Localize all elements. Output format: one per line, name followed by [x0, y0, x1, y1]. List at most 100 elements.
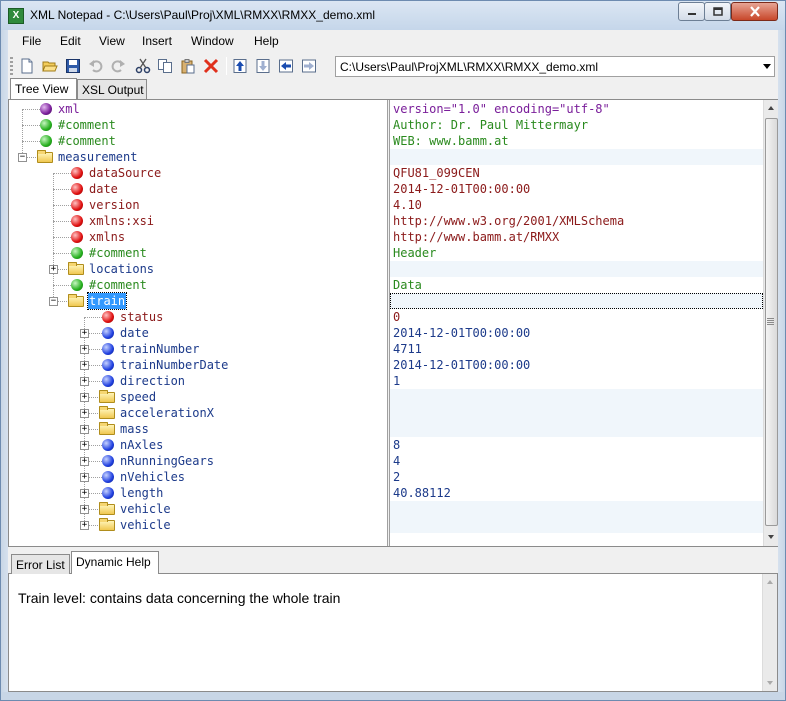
- tree-node-label[interactable]: length: [120, 485, 163, 501]
- node-value[interactable]: QFU81_099CEN: [390, 165, 763, 181]
- save-icon[interactable]: [65, 58, 81, 74]
- node-value[interactable]: 4: [390, 453, 763, 469]
- tree-node-label[interactable]: direction: [120, 373, 185, 389]
- collapse-icon[interactable]: −: [49, 297, 58, 306]
- scroll-down-icon[interactable]: [765, 678, 775, 688]
- node-value[interactable]: http://www.w3.org/2001/XMLSchema: [390, 213, 763, 229]
- tree-node-label[interactable]: trainNumberDate: [120, 357, 228, 373]
- tree-node-label[interactable]: #comment: [58, 133, 116, 149]
- tree-node[interactable]: + direction: [9, 373, 387, 389]
- node-value[interactable]: 4711: [390, 341, 763, 357]
- tree-node-label[interactable]: measurement: [58, 149, 137, 165]
- tree-node[interactable]: + date: [9, 325, 387, 341]
- expand-icon[interactable]: +: [80, 473, 89, 482]
- tree-node-label[interactable]: nAxles: [120, 437, 163, 453]
- tree-node[interactable]: + nVehicles: [9, 469, 387, 485]
- tree-node[interactable]: + speed: [9, 389, 387, 405]
- node-value[interactable]: WEB: www.bamm.at: [390, 133, 763, 149]
- menu-window[interactable]: Window: [191, 34, 234, 48]
- tree-node-label[interactable]: #comment: [89, 245, 147, 261]
- tree-node-label[interactable]: vehicle: [120, 501, 171, 517]
- expand-icon[interactable]: +: [80, 441, 89, 450]
- node-value[interactable]: Header: [390, 245, 763, 261]
- tree-node[interactable]: xmlns: [9, 229, 387, 245]
- tree-node[interactable]: + vehicle: [9, 501, 387, 517]
- help-scrollbar[interactable]: [762, 574, 777, 691]
- cut-icon[interactable]: [135, 58, 151, 74]
- tree-node-label[interactable]: speed: [120, 389, 156, 405]
- menu-view[interactable]: View: [99, 34, 125, 48]
- node-value[interactable]: Data: [390, 277, 763, 293]
- tree-node-label[interactable]: #comment: [89, 277, 147, 293]
- minimize-button[interactable]: [678, 2, 705, 21]
- expand-icon[interactable]: +: [80, 425, 89, 434]
- tree-node[interactable]: − train: [9, 292, 387, 310]
- expand-icon[interactable]: +: [80, 521, 89, 530]
- expand-icon[interactable]: +: [80, 361, 89, 370]
- node-value[interactable]: 8: [390, 437, 763, 453]
- tab-xsl-output[interactable]: XSL Output: [77, 79, 147, 100]
- tree-node[interactable]: xml: [9, 101, 387, 117]
- expand-icon[interactable]: +: [80, 457, 89, 466]
- tree-node-label[interactable]: nVehicles: [120, 469, 185, 485]
- tree-node[interactable]: + nAxles: [9, 437, 387, 453]
- expand-icon[interactable]: +: [80, 393, 89, 402]
- menu-insert[interactable]: Insert: [142, 34, 172, 48]
- node-value[interactable]: [390, 149, 763, 165]
- redo-icon[interactable]: [110, 58, 126, 74]
- tree-node[interactable]: dataSource: [9, 165, 387, 181]
- tree-node[interactable]: date: [9, 181, 387, 197]
- node-value[interactable]: 40.88112: [390, 485, 763, 501]
- tree-node[interactable]: #comment: [9, 277, 387, 293]
- tree-node[interactable]: + locations: [9, 261, 387, 277]
- nudge-up-icon[interactable]: [232, 58, 248, 74]
- node-value[interactable]: http://www.bamm.at/RMXX: [390, 229, 763, 245]
- node-value[interactable]: 2014-12-01T00:00:00: [390, 357, 763, 373]
- copy-icon[interactable]: [157, 58, 173, 74]
- vertical-scrollbar[interactable]: [763, 100, 778, 546]
- tree-node[interactable]: status: [9, 309, 387, 325]
- menu-file[interactable]: File: [22, 34, 41, 48]
- expand-icon[interactable]: +: [80, 409, 89, 418]
- expand-icon[interactable]: +: [80, 489, 89, 498]
- tree-node-label[interactable]: dataSource: [89, 165, 161, 181]
- tree-node-label[interactable]: date: [89, 181, 118, 197]
- tree-node[interactable]: + vehicle: [9, 517, 387, 533]
- tree-node[interactable]: + trainNumber: [9, 341, 387, 357]
- toolbar-grip[interactable]: [10, 57, 13, 75]
- menu-help[interactable]: Help: [254, 34, 279, 48]
- undo-icon[interactable]: [88, 58, 104, 74]
- tab-dynamic-help[interactable]: Dynamic Help: [71, 551, 159, 575]
- xml-notepad-app-icon[interactable]: X: [8, 8, 24, 24]
- paste-icon[interactable]: [180, 58, 196, 74]
- node-value[interactable]: 2014-12-01T00:00:00: [390, 181, 763, 197]
- tree-node[interactable]: + mass: [9, 421, 387, 437]
- nudge-down-icon[interactable]: [255, 58, 271, 74]
- expand-icon[interactable]: +: [80, 329, 89, 338]
- node-value[interactable]: [390, 517, 763, 533]
- expand-icon[interactable]: +: [80, 345, 89, 354]
- expand-icon[interactable]: +: [80, 377, 89, 386]
- tree-node-label[interactable]: #comment: [58, 117, 116, 133]
- open-folder-icon[interactable]: [42, 58, 58, 74]
- tree-node[interactable]: #comment: [9, 133, 387, 149]
- tree-node[interactable]: + nRunningGears: [9, 453, 387, 469]
- new-file-icon[interactable]: [19, 58, 35, 74]
- tree-node-label[interactable]: version: [89, 197, 140, 213]
- node-value[interactable]: 1: [390, 373, 763, 389]
- tree-node-label[interactable]: accelerationX: [120, 405, 214, 421]
- tree-node-label[interactable]: trainNumber: [120, 341, 199, 357]
- tree-node[interactable]: + trainNumberDate: [9, 357, 387, 373]
- collapse-icon[interactable]: −: [18, 153, 27, 162]
- node-value[interactable]: [390, 389, 763, 405]
- tree-node-label[interactable]: xml: [58, 101, 80, 117]
- tree-node-label[interactable]: mass: [120, 421, 149, 437]
- nudge-left-icon[interactable]: [278, 58, 294, 74]
- expand-icon[interactable]: +: [49, 265, 58, 274]
- scroll-down-icon[interactable]: [766, 532, 776, 542]
- node-value[interactable]: [390, 261, 763, 277]
- node-value[interactable]: [390, 293, 763, 309]
- tree-node-label[interactable]: date: [120, 325, 149, 341]
- expand-icon[interactable]: +: [80, 505, 89, 514]
- node-value[interactable]: 2: [390, 469, 763, 485]
